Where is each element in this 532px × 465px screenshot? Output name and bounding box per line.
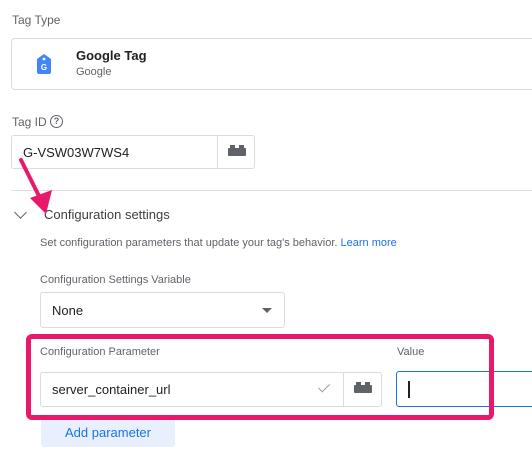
highlight-box <box>26 334 494 420</box>
settings-variable-label: Configuration Settings Variable <box>40 274 191 286</box>
configuration-description: Set configuration parameters that update… <box>40 237 397 249</box>
learn-more-link[interactable]: Learn more <box>341 237 397 249</box>
svg-text:G: G <box>41 63 47 72</box>
tag-type-vendor: Google <box>76 66 112 78</box>
dropdown-caret-icon <box>262 308 272 313</box>
description-text: Set configuration parameters that update… <box>40 237 338 249</box>
google-tag-icon: G <box>37 54 51 74</box>
help-icon[interactable]: ? <box>50 115 63 128</box>
variable-brick-icon <box>228 145 246 156</box>
tag-id-variable-button[interactable] <box>218 135 256 169</box>
add-parameter-button[interactable]: Add parameter <box>41 418 175 447</box>
settings-variable-value: None <box>52 303 84 318</box>
configuration-settings-title[interactable]: Configuration settings <box>44 207 170 222</box>
tag-type-name: Google Tag <box>76 48 147 63</box>
pointer-arrow <box>19 158 52 214</box>
tag-type-card[interactable] <box>11 38 532 90</box>
section-divider <box>11 190 532 191</box>
tag-type-label: Tag Type <box>12 13 61 27</box>
tag-id-label: Tag ID <box>12 115 47 129</box>
